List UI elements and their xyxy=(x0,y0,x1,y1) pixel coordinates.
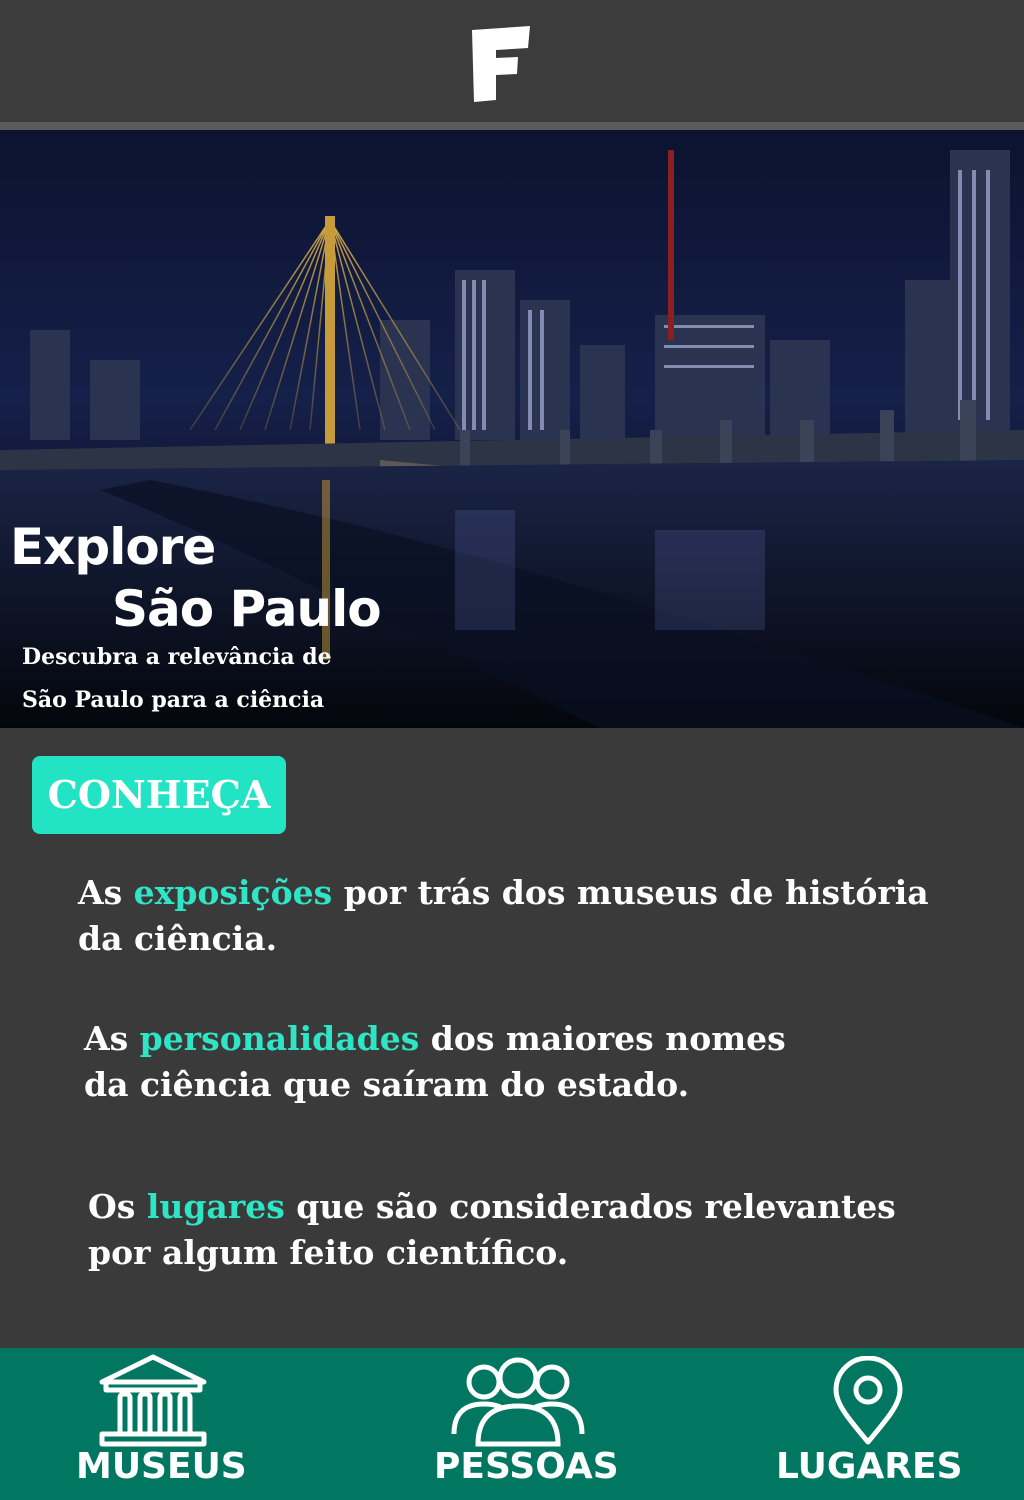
f-logo-icon[interactable] xyxy=(466,24,536,104)
paragraph-text: por algum feito científico. xyxy=(88,1233,569,1272)
museum-icon xyxy=(99,1354,207,1447)
nav-label-museus: MUSEUS xyxy=(76,1446,247,1487)
exposicoes-paragraph: As exposições por trás dos museus de his… xyxy=(78,870,958,962)
main-content: CONHEÇA As exposições por trás dos museu… xyxy=(0,728,1024,1348)
conheca-button[interactable]: CONHEÇA xyxy=(32,756,286,834)
paragraph-text: As xyxy=(78,873,134,912)
people-icon xyxy=(451,1357,585,1447)
hero-title-line2: São Paulo xyxy=(112,580,382,638)
hero-title-line1: Explore xyxy=(10,518,216,576)
paragraph-text: As xyxy=(84,1019,140,1058)
lugares-highlight[interactable]: lugares xyxy=(147,1187,285,1226)
location-pin-icon xyxy=(833,1356,903,1445)
city-skyline-image xyxy=(0,150,1024,728)
paragraph-text: que são considerados relevantes xyxy=(284,1187,896,1226)
nav-item-pessoas[interactable]: PESSOAS xyxy=(420,1348,630,1500)
nav-label-pessoas: PESSOAS xyxy=(434,1446,619,1487)
bottom-nav: MUSEUS PESSOAS LUGARES xyxy=(0,1348,1024,1500)
personalidades-paragraph: As personalidades dos maiores nomes da c… xyxy=(84,1016,944,1108)
hero-subtitle-line2: São Paulo para a ciência xyxy=(22,687,325,713)
personalidades-highlight[interactable]: personalidades xyxy=(140,1019,420,1058)
paragraph-text: Os xyxy=(88,1187,147,1226)
nav-item-museus[interactable]: MUSEUS xyxy=(60,1348,260,1500)
exposicoes-highlight[interactable]: exposições xyxy=(134,873,333,912)
lugares-paragraph: Os lugares que são considerados relevant… xyxy=(88,1184,988,1276)
app-header xyxy=(0,0,1024,122)
nav-item-lugares[interactable]: LUGARES xyxy=(770,1348,970,1500)
paragraph-text: por trás dos museus de história xyxy=(332,873,929,912)
paragraph-text: da ciência. xyxy=(78,919,278,958)
header-divider xyxy=(0,122,1024,130)
nav-label-lugares: LUGARES xyxy=(776,1446,963,1487)
paragraph-text: da ciência que saíram do estado. xyxy=(84,1065,690,1104)
hero-banner: Explore São Paulo Descubra a relevância … xyxy=(0,130,1024,728)
hero-subtitle-line1: Descubra a relevância de xyxy=(22,644,332,670)
paragraph-text: dos maiores nomes xyxy=(419,1019,786,1058)
